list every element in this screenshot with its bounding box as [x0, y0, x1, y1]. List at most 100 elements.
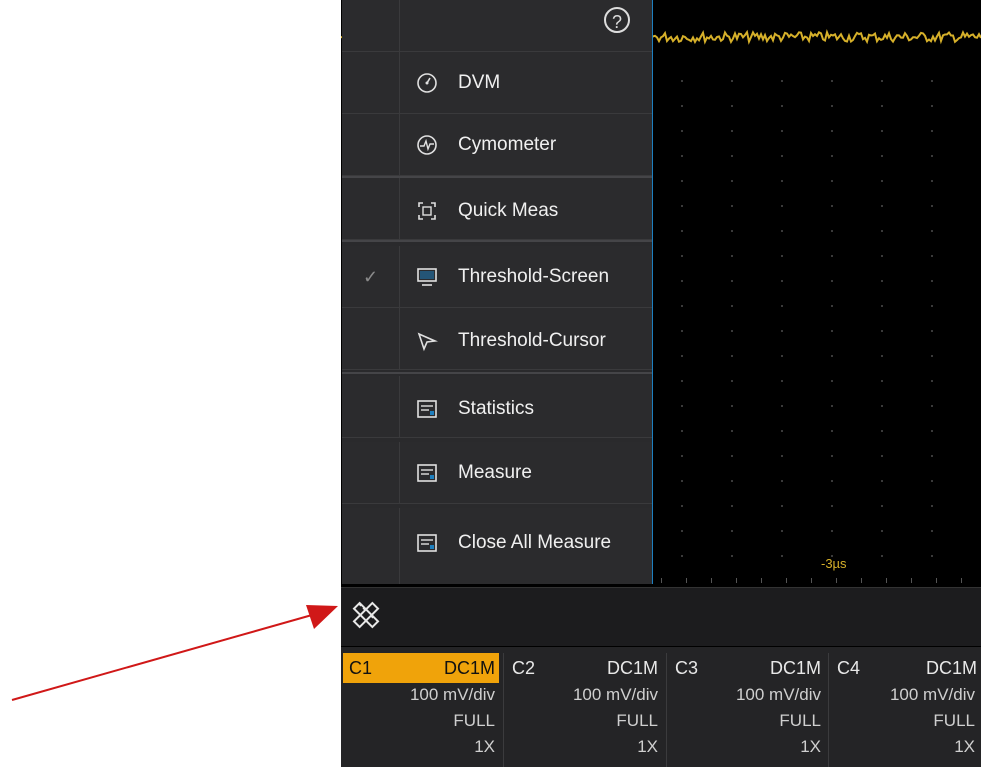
menu-item-threshold-screen[interactable]: ✓ Threshold-Screen: [342, 246, 652, 308]
grid-dot: [881, 105, 883, 107]
grid-dot: [731, 405, 733, 407]
channel-c2[interactable]: C2 DC1M 100 mV/div FULL 1X: [504, 647, 664, 767]
grid-dot: [931, 330, 933, 332]
grid-dot: [781, 330, 783, 332]
grid-dot: [831, 355, 833, 357]
grid-dot: [781, 380, 783, 382]
channel-c3[interactable]: C3 DC1M 100 mV/div FULL 1X: [667, 647, 827, 767]
grid-dot: [781, 480, 783, 482]
grid-dot: [731, 330, 733, 332]
grid-dot: [731, 555, 733, 557]
grid-dot: [681, 480, 683, 482]
grid-dot: [781, 80, 783, 82]
grid-dot: [781, 105, 783, 107]
grid-dot: [681, 355, 683, 357]
close-measure-icon: [417, 534, 437, 552]
channel-scale: 100 mV/div: [735, 685, 821, 704]
channel-name: C1: [349, 658, 373, 678]
menu-separator: [342, 240, 652, 242]
check-gutter: [342, 508, 400, 584]
grid-dot: [681, 230, 683, 232]
channel-header: C1 DC1M: [343, 653, 499, 683]
menu-item-threshold-cursor[interactable]: Threshold-Cursor: [342, 308, 652, 370]
grid-dot: [781, 230, 783, 232]
grid-dot: [731, 155, 733, 157]
measure-menu: ? DVM Cymometer Quick Meas ✓ Threshold-S…: [342, 0, 653, 584]
channel-scale: 100 mV/div: [889, 685, 975, 704]
menu-item-measure[interactable]: Measure: [342, 442, 652, 504]
axis-tick: [836, 578, 837, 583]
channel-probe: 1X: [474, 737, 495, 756]
help-icon[interactable]: ?: [604, 7, 630, 33]
menu-item-quick-meas[interactable]: Quick Meas: [342, 178, 652, 240]
grid-dot: [781, 205, 783, 207]
axis-tick: [661, 578, 662, 583]
grid-dot: [731, 130, 733, 132]
grid-dot: [831, 330, 833, 332]
grid-dot: [931, 205, 933, 207]
channel-c4[interactable]: C4 DC1M 100 mV/div FULL 1X: [829, 647, 981, 767]
grid-dot: [731, 230, 733, 232]
grid-dot: [881, 530, 883, 532]
grid-dot: [931, 155, 933, 157]
statistics-icon: [417, 400, 437, 418]
measure-tools-icon[interactable]: [349, 598, 383, 632]
grid-dot: [831, 530, 833, 532]
grid-dot: [881, 505, 883, 507]
grid-dot: [931, 230, 933, 232]
grid-dot: [781, 180, 783, 182]
grid-dot: [831, 430, 833, 432]
channel-bandwidth: FULL: [779, 711, 821, 730]
menu-item-label: Quick Meas: [458, 200, 559, 221]
channel-bandwidth: FULL: [616, 711, 658, 730]
menu-item-statistics[interactable]: Statistics: [342, 376, 652, 438]
menu-item-label: Threshold-Cursor: [458, 330, 606, 351]
axis-tick: [736, 578, 737, 583]
grid-dot: [781, 130, 783, 132]
grid-dot: [881, 180, 883, 182]
menu-item-label: Close All Measure: [458, 532, 612, 553]
menu-item-label: Measure: [458, 462, 532, 483]
grid-dot: [681, 430, 683, 432]
menu-item-dvm[interactable]: DVM: [342, 52, 652, 114]
menu-item-close-all-measure[interactable]: Close All Measure: [342, 508, 652, 584]
grid-dot: [881, 355, 883, 357]
grid-dot: [731, 180, 733, 182]
grid-dot: [831, 380, 833, 382]
grid-dot: [831, 480, 833, 482]
channel-header: C2 DC1M: [506, 653, 662, 683]
check-gutter: [342, 376, 400, 437]
grid-dot: [731, 505, 733, 507]
menu-item-label: Statistics: [458, 398, 535, 419]
grid-dot: [931, 280, 933, 282]
bottom-toolbar: [341, 587, 981, 646]
grid-dot: [681, 330, 683, 332]
grid-dot: [781, 430, 783, 432]
channel-coupling: DC1M: [606, 658, 658, 678]
grid-dot: [731, 255, 733, 257]
grid-dot: [881, 305, 883, 307]
menu-item-label: DVM: [458, 72, 501, 93]
channel-name: C4: [837, 658, 861, 678]
grid-dot: [931, 305, 933, 307]
grid-dot: [881, 80, 883, 82]
menu-item-cymometer[interactable]: Cymometer: [342, 114, 652, 176]
grid-dot: [831, 305, 833, 307]
grid-dot: [931, 105, 933, 107]
grid-dot: [681, 280, 683, 282]
grid-dot: [681, 105, 683, 107]
grid-dot: [781, 455, 783, 457]
grid-dot: [931, 505, 933, 507]
grid-dot: [881, 455, 883, 457]
grid-dot: [731, 305, 733, 307]
grid-dot: [831, 80, 833, 82]
quick-meas-icon: [418, 202, 436, 220]
oscilloscope-display: C1 -3µs ? DVM Cymometer Quick Meas ✓: [341, 0, 981, 767]
channel-scale: 100 mV/div: [409, 685, 495, 704]
grid-dot: [681, 405, 683, 407]
grid-dot: [881, 230, 883, 232]
channel-c1[interactable]: C1 DC1M 100 mV/div FULL 1X: [341, 647, 501, 767]
grid-dot: [681, 505, 683, 507]
axis-tick: [886, 578, 887, 583]
grid-dot: [681, 455, 683, 457]
